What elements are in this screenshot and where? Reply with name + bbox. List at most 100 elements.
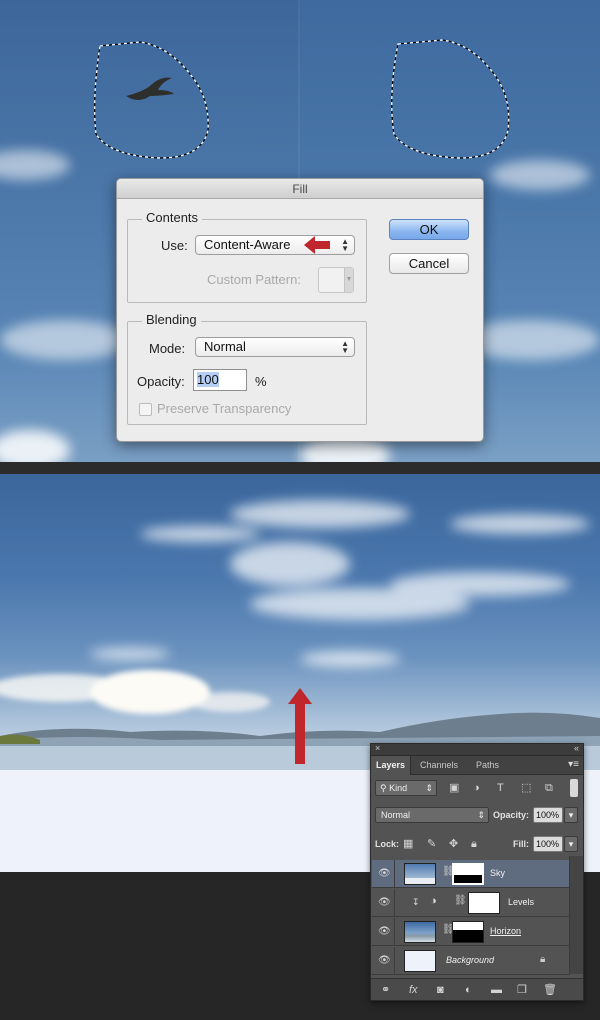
- dropdown-arrows-icon: ▲ ▼: [341, 237, 349, 253]
- layer-row-sky[interactable]: 👁︎ ⛓ Sky: [372, 860, 570, 888]
- layer-name: Background: [446, 955, 495, 965]
- type-filter-icon[interactable]: T: [497, 781, 504, 795]
- clipping-mask-icon: ↧: [412, 897, 420, 907]
- custom-pattern-label: Custom Pattern:: [207, 272, 301, 287]
- cloud: [0, 430, 70, 462]
- tab-layers[interactable]: Layers: [371, 756, 412, 775]
- fill-value: 100%: [536, 839, 560, 849]
- tab-channels[interactable]: Channels: [415, 756, 463, 775]
- layer-thumbnail: [404, 921, 436, 943]
- fill-dialog: Fill Contents Use: Content-Aware ▲ ▼ Cust…: [116, 178, 484, 442]
- layer-mask-thumbnail[interactable]: [468, 892, 500, 914]
- layer-row-horizon[interactable]: 👁︎ ⛓ Horizon: [372, 918, 570, 946]
- ok-button[interactable]: OK: [389, 219, 469, 240]
- layer-row-background[interactable]: 👁︎ Background 🔒︎: [372, 947, 570, 975]
- row-separator: [394, 918, 395, 946]
- layer-mask-thumbnail[interactable]: [452, 863, 484, 885]
- fill-input[interactable]: 100%: [533, 836, 563, 852]
- delete-layer-icon[interactable]: 🗑︎: [543, 983, 557, 997]
- filter-toggle[interactable]: [570, 779, 578, 797]
- cloud: [0, 320, 130, 360]
- opacity-label: Opacity:: [137, 374, 185, 389]
- dialog-title: Fill: [117, 179, 483, 199]
- lock-label: Lock:: [375, 839, 400, 849]
- row-separator: [394, 947, 395, 975]
- layers-scrollbar[interactable]: [569, 856, 583, 974]
- panel-menu-icon[interactable]: ▾≡: [568, 759, 579, 770]
- shape-filter-icon[interactable]: ⬚: [521, 781, 531, 795]
- use-label: Use:: [161, 238, 188, 253]
- new-layer-icon[interactable]: ❐: [517, 983, 527, 997]
- mode-label: Mode:: [149, 341, 186, 356]
- opacity-input[interactable]: 100: [193, 369, 247, 391]
- adjustment-layer-icon: ◑: [430, 895, 437, 907]
- lock-position-icon[interactable]: ✥: [449, 837, 458, 851]
- layer-row-levels[interactable]: 👁︎ ↧ ◑ ⛓ Levels: [372, 889, 570, 917]
- fill-dropdown-icon[interactable]: ▾: [564, 836, 578, 852]
- section-divider: [0, 462, 600, 474]
- filter-kind-dropdown[interactable]: ⚲ Kind ⇕: [375, 780, 437, 796]
- fill-label: Fill:: [513, 839, 529, 849]
- new-adjustment-icon[interactable]: ◐: [465, 983, 472, 997]
- layer-thumbnail: [404, 863, 436, 885]
- pixel-filter-icon[interactable]: ▣: [449, 781, 459, 795]
- lasso-selection-left: [94, 41, 209, 159]
- tab-paths[interactable]: Paths: [471, 756, 504, 775]
- dropdown-arrows-icon: ⇕: [425, 783, 433, 793]
- layer-name: Levels: [508, 897, 535, 907]
- dropdown-arrows-icon: ▲ ▼: [341, 339, 349, 355]
- blending-group-title: Blending: [142, 312, 201, 327]
- new-group-icon[interactable]: ▬: [491, 983, 502, 997]
- link-layers-icon[interactable]: ⚭: [381, 983, 390, 997]
- visibility-eye-icon[interactable]: 👁︎: [378, 868, 391, 879]
- row-separator: [394, 860, 395, 888]
- use-dropdown[interactable]: Content-Aware ▲ ▼: [195, 235, 355, 255]
- layer-lock-icon: 🔒︎: [540, 954, 546, 965]
- opacity-unit: %: [255, 374, 267, 389]
- cloud: [0, 150, 70, 180]
- lock-transparent-icon[interactable]: ▦: [403, 837, 413, 851]
- blend-mode-dropdown[interactable]: Normal ⇕: [375, 807, 489, 823]
- mode-dropdown[interactable]: Normal ▲ ▼: [195, 337, 355, 357]
- smart-object-filter-icon[interactable]: ⧉: [545, 781, 553, 795]
- red-arrow-left-icon: [304, 236, 330, 254]
- preserve-transparency-label: Preserve Transparency: [157, 401, 292, 416]
- custom-pattern-picker[interactable]: ▼: [318, 267, 354, 293]
- search-icon: ⚲: [380, 783, 387, 793]
- blend-mode-value: Normal: [381, 810, 411, 820]
- lasso-selection-right: [391, 39, 510, 159]
- panel-tabs: Layers Channels Paths ▾≡: [371, 756, 583, 775]
- add-mask-icon[interactable]: ◙: [437, 983, 444, 997]
- layer-name: Sky: [490, 868, 506, 878]
- dropdown-arrows-icon: ⇕: [477, 810, 485, 820]
- panel-footer: ⚭ fx ◙ ◐ ▬ ❐ 🗑︎: [371, 978, 583, 1000]
- link-chain-icon[interactable]: ⛓: [454, 895, 467, 906]
- preserve-transparency-checkbox[interactable]: [139, 403, 152, 416]
- mode-dropdown-value: Normal: [204, 339, 246, 354]
- panel-close-icon[interactable]: ×: [375, 743, 380, 753]
- contents-group-title: Contents: [142, 210, 203, 225]
- red-arrow-up-icon: [288, 688, 312, 764]
- panel-collapse-icon[interactable]: «: [574, 743, 579, 753]
- use-dropdown-value: Content-Aware: [204, 237, 291, 252]
- pattern-dropdown-icon: ▼: [344, 268, 353, 292]
- layer-opacity-value: 100%: [536, 810, 560, 820]
- visibility-eye-icon[interactable]: 👁︎: [378, 955, 391, 966]
- visibility-eye-icon[interactable]: 👁︎: [378, 897, 391, 908]
- fx-icon[interactable]: fx: [409, 983, 418, 997]
- opacity-label: Opacity:: [493, 810, 530, 820]
- layers-panel: × « Layers Channels Paths ▾≡ ⚲ Kind ⇕ ▣ …: [370, 743, 584, 1001]
- cancel-button[interactable]: Cancel: [389, 253, 469, 274]
- panel-topbar: × «: [371, 743, 583, 756]
- layer-mask-thumbnail[interactable]: [452, 921, 484, 943]
- layer-thumbnail: [404, 950, 436, 972]
- lock-image-icon[interactable]: ✎: [427, 837, 436, 851]
- visibility-eye-icon[interactable]: 👁︎: [378, 926, 391, 937]
- lock-all-icon[interactable]: 🔒︎: [471, 837, 477, 851]
- layer-name: Horizon: [490, 926, 522, 936]
- opacity-dropdown-icon[interactable]: ▾: [564, 807, 578, 823]
- layer-opacity-input[interactable]: 100%: [533, 807, 563, 823]
- opacity-input-value: 100: [197, 372, 219, 387]
- row-separator: [394, 889, 395, 917]
- adjustment-filter-icon[interactable]: ◑: [473, 781, 480, 795]
